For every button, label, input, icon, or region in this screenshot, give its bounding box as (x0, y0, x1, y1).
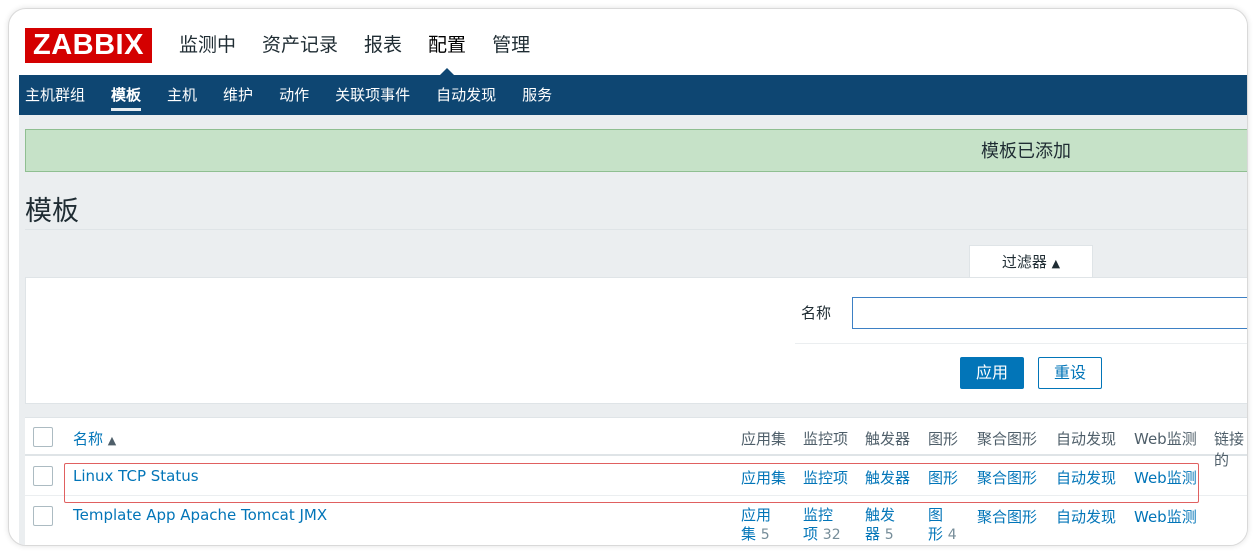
column-items: 监控项 (803, 430, 849, 448)
sub-menu-correlation[interactable]: 关联项事件 (335, 75, 410, 115)
template-name-link[interactable]: Template App Apache Tomcat JMX (73, 506, 327, 524)
discovery-link[interactable]: 自动发现 (1056, 506, 1116, 527)
triggers-link[interactable]: 触发 器 5 (865, 506, 895, 545)
main-menu-administration[interactable]: 管理 (492, 30, 530, 60)
divider (795, 343, 1247, 344)
collapse-arrow-icon: ▲ (1051, 257, 1061, 270)
triggers-label-line2: 器 5 (865, 525, 895, 545)
sub-menu-actions[interactable]: 动作 (279, 75, 309, 115)
graphs-link[interactable]: 图 形 4 (928, 506, 957, 545)
web-link[interactable]: Web监测 (1134, 467, 1197, 488)
sub-menu-maintenance[interactable]: 维护 (223, 75, 253, 115)
table-row: Linux TCP Status 应用集 监控项 触发器 图形 聚合图形 自动发… (25, 458, 1247, 496)
apply-button[interactable]: 应用 (960, 357, 1024, 389)
applications-label-line1: 应用 (741, 506, 772, 524)
top-bar: ZABBIX 监测中 资产记录 报表 配置 管理 (19, 17, 1247, 75)
zabbix-logo[interactable]: ZABBIX (25, 28, 152, 63)
main-menu-inventory[interactable]: 资产记录 (262, 30, 338, 60)
column-screens: 聚合图形 (977, 430, 1038, 448)
template-name-link[interactable]: Linux TCP Status (73, 467, 199, 485)
items-link[interactable]: 监控项 (803, 467, 848, 488)
main-menu-reports[interactable]: 报表 (364, 30, 402, 60)
success-message: 模板已添加 (25, 129, 1247, 172)
sub-menu-templates[interactable]: 模板 (111, 75, 142, 115)
table-header: 名称 ▲ 应用集 监控项 触发器 图形 聚合图形 自动发现 Web监测 链接的 (25, 418, 1247, 469)
screens-link[interactable]: 聚合图形 (977, 467, 1037, 488)
page: ZABBIX 监测中 资产记录 报表 配置 管理 主机群组 模板 主机 维护 动… (19, 17, 1247, 545)
filter-name-label: 名称 (801, 304, 832, 322)
row-checkbox[interactable] (33, 506, 53, 526)
discovery-link[interactable]: 自动发现 (1056, 467, 1116, 488)
table-row: Template App Apache Tomcat JMX 应用 集 5 监控… (25, 498, 1247, 545)
reset-button[interactable]: 重设 (1038, 357, 1102, 389)
main-menu: 监测中 资产记录 报表 配置 管理 (179, 30, 556, 75)
column-discovery: 自动发现 (1056, 430, 1117, 448)
triggers-label-end: 器 (865, 525, 881, 543)
select-all-checkbox[interactable] (33, 427, 53, 447)
triggers-label-line1: 触发 (865, 506, 896, 524)
applications-link[interactable]: 应用 集 5 (741, 506, 771, 545)
column-triggers: 触发器 (865, 430, 911, 448)
filter-tab-label: 过滤器 (1001, 253, 1047, 271)
sub-menu-hosts[interactable]: 主机 (167, 75, 197, 115)
items-label-end: 项 (803, 525, 819, 543)
triggers-count: 5 (884, 527, 894, 543)
column-graphs: 图形 (928, 430, 959, 448)
triggers-link[interactable]: 触发器 (865, 467, 910, 488)
web-link[interactable]: Web监测 (1134, 506, 1197, 527)
items-label-line2: 项 32 (803, 525, 841, 545)
sub-menu-host-groups[interactable]: 主机群组 (25, 75, 85, 115)
row-checkbox[interactable] (33, 466, 53, 486)
column-web: Web监测 (1134, 430, 1197, 448)
filter-name-input[interactable] (852, 297, 1247, 329)
sub-menu-discovery[interactable]: 自动发现 (436, 75, 496, 115)
templates-table: 名称 ▲ 应用集 监控项 触发器 图形 聚合图形 自动发现 Web监测 链接的 … (25, 417, 1247, 545)
screens-link[interactable]: 聚合图形 (977, 506, 1037, 527)
graphs-label-line2: 形 4 (928, 525, 957, 545)
sort-ascending-icon: ▲ (107, 434, 117, 447)
items-count: 32 (822, 527, 841, 543)
screenshot-frame: ZABBIX 监测中 资产记录 报表 配置 管理 主机群组 模板 主机 维护 动… (8, 8, 1248, 546)
items-label-line1: 监控 (803, 506, 834, 524)
applications-label-line2: 集 5 (741, 525, 771, 545)
column-name-header[interactable]: 名称 ▲ (73, 428, 116, 449)
column-name-label: 名称 (73, 430, 104, 448)
main-menu-monitoring[interactable]: 监测中 (179, 30, 236, 60)
applications-link[interactable]: 应用集 (741, 467, 786, 488)
graphs-label-line1: 图 (928, 506, 944, 524)
graphs-link[interactable]: 图形 (928, 467, 958, 488)
sub-menu-services[interactable]: 服务 (522, 75, 552, 115)
graphs-label-end: 形 (928, 525, 944, 543)
column-applications: 应用集 (741, 430, 787, 448)
page-title: 模板 (25, 196, 79, 227)
filter-tab[interactable]: 过滤器 ▲ (969, 245, 1093, 278)
divider (25, 229, 1247, 230)
applications-count: 5 (760, 527, 770, 543)
items-link[interactable]: 监控 项 32 (803, 506, 841, 545)
applications-label-end: 集 (741, 525, 757, 543)
graphs-count: 4 (947, 527, 957, 543)
sub-menu: 主机群组 模板 主机 维护 动作 关联项事件 自动发现 服务 (19, 75, 1247, 115)
main-menu-configuration[interactable]: 配置 (428, 30, 466, 75)
